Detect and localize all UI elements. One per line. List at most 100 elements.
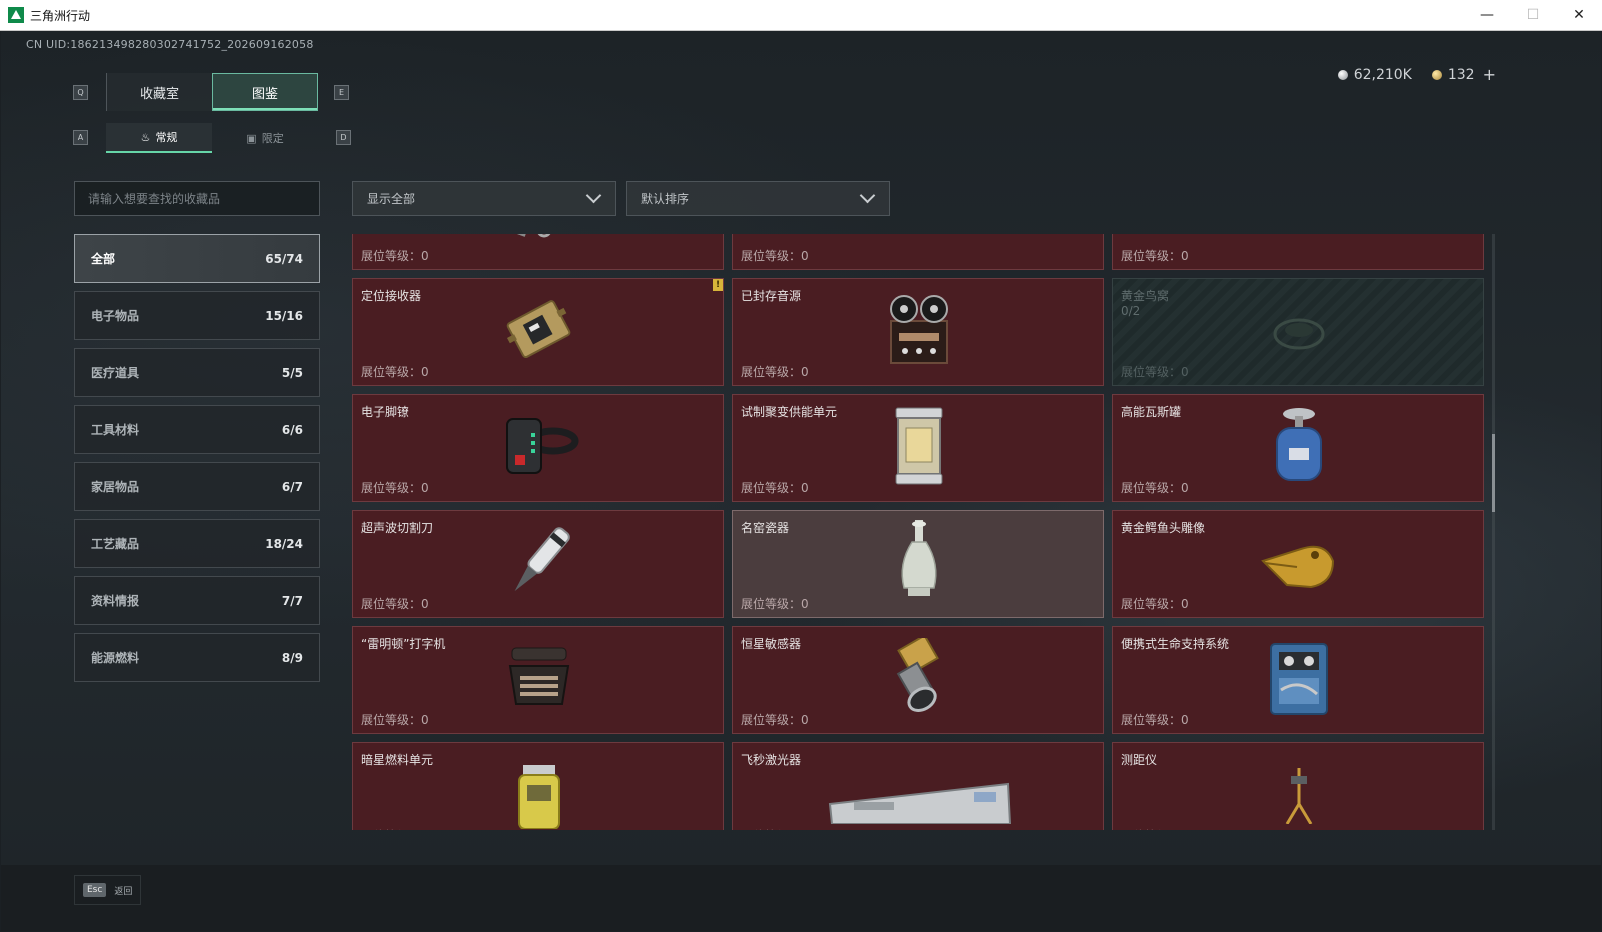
category-medical[interactable]: 医疗道具 5/5 [74,348,320,397]
close-button[interactable]: ✕ [1556,0,1602,30]
maximize-button[interactable]: ☐ [1510,0,1556,30]
booth-level: 展位等级：0 [741,827,809,830]
filter-dropdown[interactable]: 显示全部 [352,181,616,216]
gas-tank-icon [1269,404,1329,492]
collection-card[interactable]: 展位等级：0 [732,234,1104,270]
booth-level: 展位等级：0 [741,481,809,495]
category-electronics[interactable]: 电子物品 15/16 [74,291,320,340]
collection-card[interactable]: 超声波切割刀 展位等级：0 [352,510,724,618]
item-name: 定位接收器 [361,289,422,303]
category-energy[interactable]: 能源燃料 8/9 [74,633,320,682]
item-name: 测距仪 [1121,753,1158,767]
chevron-down-icon [585,187,602,204]
add-currency-button[interactable]: + [1483,65,1496,84]
category-intel[interactable]: 资料情报 7/7 [74,576,320,625]
porcelain-vase-icon [894,520,944,608]
flame-icon: ♨ [140,130,151,144]
category-tools[interactable]: 工具材料 6/6 [74,405,320,454]
item-name: 飞秒激光器 [741,753,802,767]
collection-card[interactable]: 测距仪 展位等级：0 [1112,742,1484,830]
subtab-regular[interactable]: ♨ 常规 [106,123,212,153]
sort-dropdown-value: 默认排序 [641,192,690,206]
category-label: 能源燃料 [91,651,140,665]
painting-icon [879,234,959,248]
key-hint-a: A [73,130,88,145]
subtab-limited[interactable]: ▣ 限定 [212,123,318,153]
game-view: CN UID:1862134982803027417​52_2026091620… [1,31,1601,931]
currency-bar: 62,210K 132 + [1337,65,1496,84]
item-name: 试制聚变供能单元 [741,405,838,419]
category-count: 8/9 [281,650,303,665]
category-count: 7/7 [281,593,303,608]
booth-level: 展位等级：0 [1121,713,1189,727]
collection-card[interactable]: 便携式生命支持系统 展位等级：0 [1112,626,1484,734]
category-label: 全部 [91,252,116,266]
booth-level: 展位等级：0 [361,365,429,379]
booth-level: 展位等级：0 [741,597,809,611]
category-label: 资料情报 [91,594,140,608]
key-hint-d: D [336,130,351,145]
item-name: 电子脚镣 [361,405,410,419]
star-sensor-icon [881,634,957,722]
booth-level: 展位等级：0 [361,481,429,495]
item-name: 便携式生命支持系统 [1121,637,1230,651]
tab-collection-room[interactable]: 收藏室 [106,73,212,111]
category-count: 6/7 [281,479,303,494]
category-household[interactable]: 家居物品 6/7 [74,462,320,511]
booth-level: 展位等级：0 [1121,365,1189,379]
collection-card[interactable]: 飞秒激光器 展位等级：0 [732,742,1104,830]
collection-card[interactable]: 名窑瓷器 展位等级：0 [732,510,1104,618]
item-name: 名窑瓷器 [741,521,790,535]
esc-key-icon: Esc [83,883,107,897]
collection-card[interactable]: 展位等级：0 [1112,234,1484,270]
currency-silver: 62,210K [1337,66,1412,83]
ankle-monitor-icon [497,411,581,485]
category-label: 工具材料 [91,423,140,437]
subtab-limited-label: 限定 [261,132,284,145]
alert-icon: ! [713,279,723,291]
silver-coin-icon [1337,69,1348,80]
footer-bar: Esc 返回 [1,865,1601,931]
booth-level: 展位等级：0 [1121,597,1189,611]
collection-card[interactable]: 展位等级：0 [352,234,724,270]
window-title: 三角洲行动 [30,8,91,23]
canister-icon [504,234,574,248]
item-name: 超声波切割刀 [361,521,434,535]
booth-level: 展位等级：0 [1121,249,1189,263]
fuel-cell-icon [509,759,569,830]
collection-card[interactable]: “雷明顿”打字机 展位等级：0 [352,626,724,734]
category-all[interactable]: 全部 65/74 [74,234,320,283]
category-label: 电子物品 [91,309,140,323]
item-grid: 展位等级：0 展位等级：0 展位等级：0 定位接收器 展位等级：0 ! 已封存音… [352,234,1484,830]
category-crafts[interactable]: 工艺藏品 18/24 [74,519,320,568]
currency-silver-value: 62,210K [1353,66,1412,83]
back-button[interactable]: Esc 返回 [74,875,142,905]
collection-card[interactable]: 黄金鸟窝 0/2 展位等级：0 [1112,278,1484,386]
receiver-icon [499,292,579,372]
bird-nest-icon [1259,300,1339,364]
collection-card[interactable]: 电子脚镣 展位等级：0 [352,394,724,502]
category-count: 18/24 [265,536,303,551]
item-name: 黄金鸟窝 [1121,289,1170,303]
booth-level: 展位等级：0 [361,713,429,727]
grid-scrollbar[interactable] [1492,234,1495,830]
search-input[interactable] [74,181,320,216]
collection-card[interactable]: 已封存音源 展位等级：0 [732,278,1104,386]
category-label: 医疗道具 [91,366,140,380]
collection-card[interactable]: 定位接收器 展位等级：0 ! [352,278,724,386]
collection-card[interactable]: 高能瓦斯罐 展位等级：0 [1112,394,1484,502]
item-name: 已封存音源 [741,289,802,303]
tab-codex[interactable]: 图鉴 [212,73,318,111]
laser-icon [824,764,1014,828]
gold-frame-icon [1259,234,1339,248]
collection-card[interactable]: 恒星敏感器 展位等级：0 [732,626,1104,734]
app-logo-icon [8,7,24,23]
sort-dropdown[interactable]: 默认排序 [626,181,890,216]
category-label: 家居物品 [91,480,140,494]
collection-card[interactable]: 暗星燃料单元 展位等级：0 [352,742,724,830]
minimize-button[interactable]: — [1464,0,1510,30]
collection-card[interactable]: 试制聚变供能单元 展位等级：0 [732,394,1104,502]
scrollbar-thumb[interactable] [1492,434,1495,512]
collection-card[interactable]: 黄金鳄鱼头雕像 展位等级：0 [1112,510,1484,618]
life-support-icon [1259,638,1339,722]
